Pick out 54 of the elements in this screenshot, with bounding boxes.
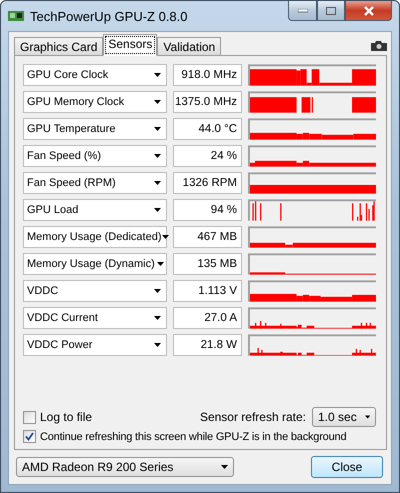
close-window-button[interactable] [345,1,392,21]
minimize-button[interactable] [288,1,317,21]
graphics-card-icon [8,10,24,22]
sensor-value: 24 % [173,145,242,167]
continue-refreshing-checkbox[interactable]: Continue refreshing this screen while GPU-Z is in the background [23,430,376,443]
sensor-value: 918.0 MHz [173,64,242,86]
sensor-dropdown[interactable]: Fan Speed (RPM) [23,172,167,194]
caret-icon [154,316,160,320]
sensor-dropdown[interactable]: Memory Usage (Dedicated) [23,226,167,248]
sensor-value: 1375.0 MHz [173,91,242,113]
check-icon [25,432,34,441]
sensor-value: 135 MB [173,253,242,275]
sensor-dropdown[interactable]: Fan Speed (%) [23,145,167,167]
caret-icon [154,73,160,77]
tab[interactable]: Validation [157,37,222,55]
tab[interactable]: Sensors [103,34,158,56]
close-icon [362,6,374,16]
caret-icon [154,289,160,293]
camera-icon[interactable] [371,40,387,51]
sensor-value: 1326 RPM [173,172,242,194]
close-button[interactable]: Close [311,456,383,478]
caret-icon [154,127,160,131]
sensor-dropdown[interactable]: VDDC Power [23,334,167,356]
caret-icon [162,235,168,239]
sensor-value: 44.0 °C [173,118,242,140]
window-title: TechPowerUp GPU-Z 0.8.0 [30,8,189,24]
sensor-value: 27.0 A [173,307,242,329]
caret-icon [154,343,160,347]
caret-icon [154,100,160,104]
caret-icon [156,262,164,266]
sensor-value: 94 % [173,199,242,221]
device-dropdown[interactable]: AMD Radeon R9 200 Series [16,457,234,477]
caret-icon [221,465,228,469]
caret-icon [154,181,160,185]
sensor-dropdown[interactable]: GPU Memory Clock [23,91,167,113]
caret-icon [154,208,160,212]
sensor-value: 21.8 W [173,334,242,356]
log-to-file-checkbox[interactable]: Log to file [23,410,92,424]
refresh-rate-label: Sensor refresh rate: [200,410,306,424]
sensor-dropdown[interactable]: GPU Core Clock [23,64,167,86]
sensor-dropdown[interactable]: VDDC Current [23,307,167,329]
sensor-value: 467 MB [173,226,242,248]
sensor-dropdown[interactable]: GPU Load [23,199,167,221]
sensor-dropdown[interactable]: GPU Temperature [23,118,167,140]
sensor-value: 1.113 V [173,280,242,302]
sensor-dropdown[interactable]: VDDC [23,280,167,302]
tab[interactable]: Graphics Card [14,37,104,55]
minimize-icon [298,8,308,12]
maximize-icon [326,6,336,14]
sensor-dropdown[interactable]: Memory Usage (Dynamic) [23,253,167,275]
refresh-rate-dropdown[interactable]: 1.0 sec [312,407,376,427]
caret-icon [364,415,370,419]
maximize-button[interactable] [317,1,345,21]
caret-icon [154,154,160,158]
